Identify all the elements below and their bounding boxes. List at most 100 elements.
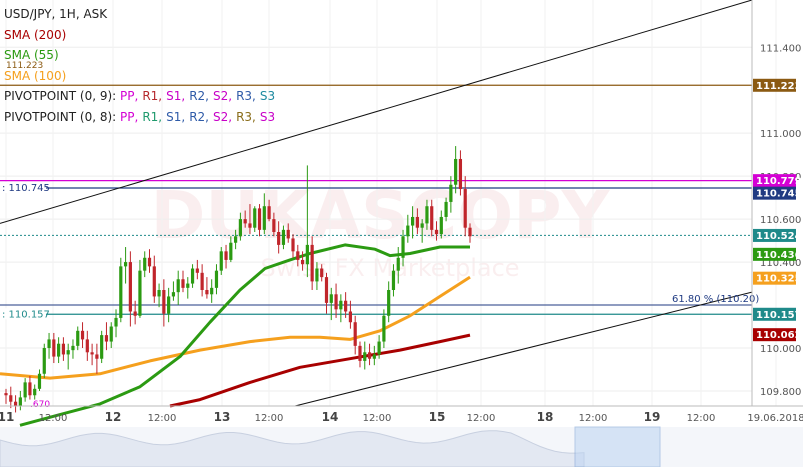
candle-body <box>128 262 132 312</box>
pivot-item: R1, <box>142 89 163 103</box>
price-tag: 110.779 <box>753 174 802 188</box>
candle <box>100 330 104 364</box>
x-tick-label: 14 <box>322 410 339 424</box>
candle-body <box>147 257 152 267</box>
candle-body <box>219 251 223 271</box>
candle-body <box>229 242 233 260</box>
candle-body <box>176 279 180 293</box>
fibonacci-label: 61.80 % (110.20) <box>672 294 759 305</box>
candle-body <box>253 208 257 228</box>
x-tick-label: 19.06.2018 <box>747 413 803 424</box>
candle-body <box>157 290 161 297</box>
candle-body <box>162 290 166 314</box>
candle-body <box>353 322 357 346</box>
y-axis: 111.400111.000110.800110.600110.400110.0… <box>760 43 801 398</box>
candle-body <box>205 290 209 295</box>
sma100-value-label: 111.223 <box>4 61 46 71</box>
candle-body <box>367 352 372 359</box>
price-tag: 110.062 <box>753 328 802 342</box>
pivot1-label: PIVOTPOINT (0, 9): <box>4 89 117 103</box>
candle-body <box>415 216 419 228</box>
price-tag-label: 110.524 <box>756 231 802 242</box>
candle-body <box>430 206 434 230</box>
pivot-item: R3, <box>236 89 256 103</box>
candle-body <box>310 244 314 282</box>
pivot1-items: PP, R1, S1, R2, S2, R3, S3 <box>120 89 279 103</box>
y-tick-label: 111.000 <box>760 129 801 140</box>
candle-body <box>296 251 300 260</box>
candle-body <box>80 330 85 340</box>
candle-body <box>439 216 443 235</box>
candle-body <box>138 270 142 316</box>
candle-body <box>61 343 66 355</box>
candle-body <box>28 382 32 396</box>
candle-body <box>200 272 204 290</box>
price-tag: 110.157 <box>753 307 802 321</box>
candle-body <box>363 352 367 361</box>
x-tick-label: 12:00 <box>363 413 392 424</box>
candle-body <box>52 339 56 357</box>
candle-body <box>329 294 333 303</box>
navigator[interactable] <box>0 426 803 467</box>
x-tick-label: 12:00 <box>687 413 716 424</box>
price-tag: 110.325 <box>753 271 802 285</box>
navigator-window[interactable] <box>574 426 661 467</box>
candle-body <box>396 257 400 271</box>
candle-body <box>234 236 238 243</box>
candle-body <box>382 315 386 342</box>
candle-body <box>123 262 128 267</box>
candle-body <box>410 216 415 226</box>
candle-body <box>243 219 247 224</box>
price-tag-label: 110.745 <box>756 189 802 200</box>
x-tick-label: 15 <box>429 410 446 424</box>
legend-sma100[interactable]: SMA (100) <box>4 66 279 87</box>
x-tick-label: 12:00 <box>255 413 284 424</box>
left-level-label: .670 <box>30 400 50 410</box>
x-tick-label: 12 <box>105 410 122 424</box>
candle-body <box>167 296 171 314</box>
candle-body <box>339 300 343 310</box>
candle-body <box>210 287 214 295</box>
candle-body <box>272 219 276 232</box>
pivot-item: S1, <box>166 109 186 124</box>
candle-body <box>76 330 80 346</box>
candle-body <box>90 352 94 355</box>
candle-body <box>358 345 362 361</box>
candle-body <box>71 345 75 351</box>
y-tick-label: 110.000 <box>760 344 801 355</box>
candle-body <box>444 201 448 217</box>
candle-body <box>190 268 195 284</box>
price-tag: 110.745 <box>753 186 802 200</box>
candle-body <box>186 283 190 288</box>
legend-sma200[interactable]: SMA (200) <box>4 25 279 46</box>
price-tag: 111.223 <box>753 78 802 92</box>
candle-body <box>458 158 463 190</box>
pivot2-label: PIVOTPOINT (0, 8): <box>4 109 117 124</box>
candle-body <box>454 158 458 185</box>
legend-sma55[interactable]: SMA (55) <box>4 45 279 66</box>
pivot-item: PP, <box>120 109 139 124</box>
candle-body <box>344 300 348 312</box>
legend-pivot-1[interactable]: PIVOTPOINT (0, 9): PP, R1, S1, R2, S2, R3, S3 <box>4 86 279 107</box>
candle-body <box>348 311 353 323</box>
candle-body <box>277 232 281 245</box>
x-tick-label: 18 <box>537 410 554 424</box>
candle-body <box>387 290 391 316</box>
sma200-label: SMA (200) <box>4 27 67 42</box>
candle-body <box>181 279 185 288</box>
candle-body <box>401 236 405 258</box>
pivot-item: R1, <box>142 109 163 124</box>
candle-body <box>100 335 104 359</box>
candle-body <box>95 354 99 359</box>
legend-pivot-2[interactable]: PIVOTPOINT (0, 8): PP, R1, S1, R2, S2, R3, S3 <box>4 107 279 128</box>
candle-body <box>143 257 147 271</box>
x-tick-label: 12:00 <box>39 413 68 424</box>
pivot-item: S1, <box>166 89 186 103</box>
candle-body <box>9 395 13 402</box>
x-tick-label: 11 <box>0 410 14 424</box>
candle-body <box>238 219 242 237</box>
price-tag-label: 110.062 <box>756 330 802 341</box>
candle-body <box>262 206 266 230</box>
candle-body <box>286 229 290 239</box>
candle-body <box>133 311 137 316</box>
